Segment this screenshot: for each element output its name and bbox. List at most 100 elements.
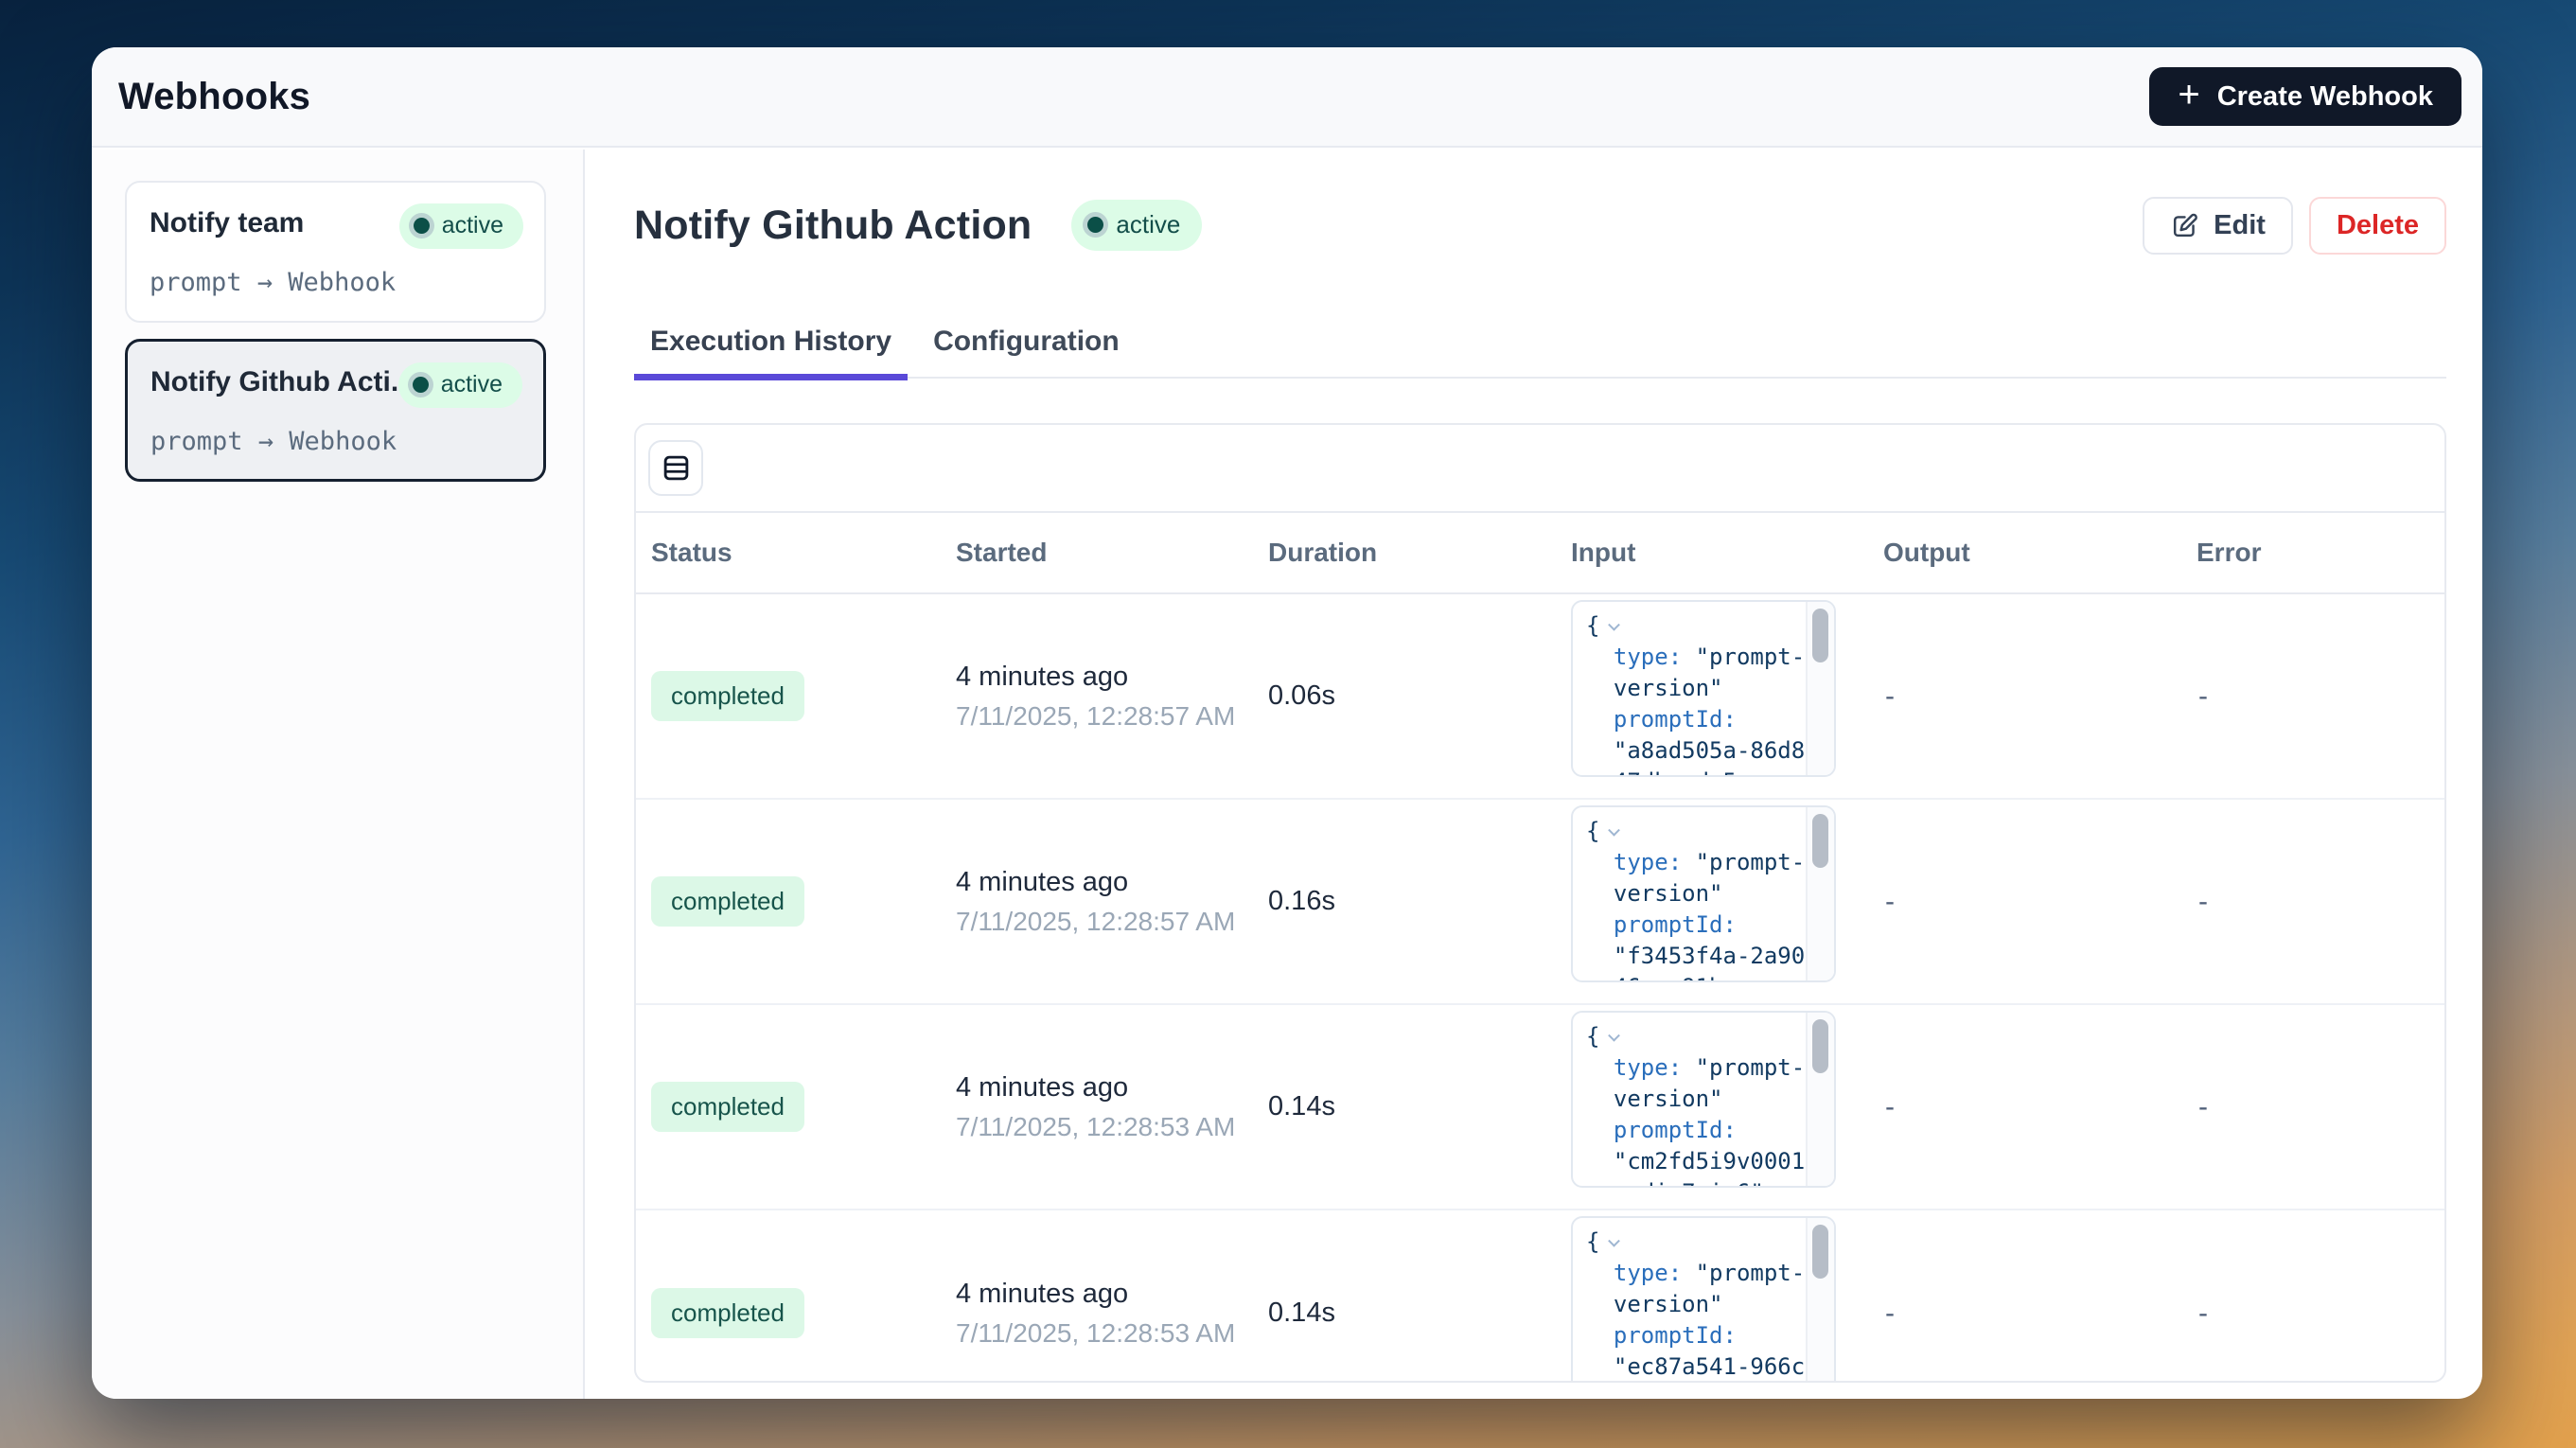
- column-header-status: Status: [636, 538, 956, 568]
- input-scrollbar-thumb[interactable]: [1812, 814, 1828, 868]
- input-json-preview[interactable]: { type: "prompt- version" promptId: "cm2…: [1571, 1011, 1836, 1188]
- code-token: {: [1586, 612, 1599, 639]
- delete-button-label: Delete: [2337, 210, 2419, 241]
- code-token: promptId:: [1586, 706, 1737, 733]
- cell-error: -: [2197, 680, 2444, 713]
- cell-duration: 0.16s: [1268, 886, 1571, 917]
- input-scrollbar-thumb[interactable]: [1812, 1019, 1828, 1073]
- input-scrollbar-track[interactable]: [1806, 1218, 1834, 1383]
- rows-icon: [662, 453, 691, 483]
- webhook-item-status-label: active: [442, 212, 503, 239]
- webhook-list-sidebar: Notify teamactiveprompt → WebhookNotify …: [92, 150, 585, 1399]
- cell-error: -: [2197, 886, 2444, 918]
- completed-badge: completed: [651, 876, 804, 927]
- column-header-input: Input: [1571, 538, 1883, 568]
- completed-badge: completed: [651, 1288, 804, 1338]
- page-title: Webhooks: [118, 76, 310, 118]
- code-line: version": [1586, 1084, 1806, 1115]
- code-token: version": [1586, 675, 1723, 701]
- table-header-row: StatusStartedDurationInputOutputError: [636, 513, 2444, 594]
- execution-row[interactable]: completed4 minutes ago7/11/2025, 12:28:5…: [636, 1005, 2444, 1210]
- cell-started: 4 minutes ago 7/11/2025, 12:28:57 AM: [956, 662, 1268, 732]
- code-line: {: [1586, 610, 1806, 642]
- code-line: 46ee-91be: [1586, 972, 1806, 980]
- edit-button[interactable]: Edit: [2143, 197, 2293, 255]
- input-scrollbar-track[interactable]: [1806, 807, 1834, 980]
- input-scrollbar-thumb[interactable]: [1812, 1225, 1828, 1279]
- started-relative: 4 minutes ago: [956, 1072, 1268, 1104]
- code-token: promptId:: [1586, 1322, 1737, 1349]
- code-line: type: "prompt-: [1586, 847, 1806, 878]
- status-dot-icon: [413, 377, 429, 393]
- code-token: {: [1586, 818, 1599, 844]
- input-json-code: { type: "prompt- version" promptId: "ec8…: [1573, 1218, 1806, 1383]
- cell-input: { type: "prompt- version" promptId: "ec8…: [1571, 1216, 1883, 1383]
- code-token: 47db-ade5: [1586, 768, 1737, 775]
- pencil-icon: [2170, 211, 2199, 240]
- code-token: "ec87a541-966c-: [1586, 1353, 1806, 1380]
- code-line: version": [1586, 1289, 1806, 1320]
- input-json-preview[interactable]: { type: "prompt- version" promptId: "a8a…: [1571, 600, 1836, 777]
- desktop-background: { "header": { "title": "Webhooks", "crea…: [0, 0, 2576, 1448]
- collapse-chevron-icon[interactable]: [1609, 824, 1621, 837]
- started-relative: 4 minutes ago: [956, 662, 1268, 693]
- input-scrollbar-track[interactable]: [1806, 1013, 1834, 1186]
- tab-configuration[interactable]: Configuration: [917, 307, 1136, 377]
- webhook-item-name: Notify Github Acti...: [150, 366, 415, 398]
- cell-duration: 0.14s: [1268, 1298, 1571, 1329]
- code-token: "prompt-: [1682, 644, 1805, 670]
- completed-badge: completed: [651, 1082, 804, 1132]
- code-line: "ec87a541-966c-: [1586, 1351, 1806, 1383]
- code-token: "prompt-: [1682, 849, 1805, 875]
- status-dot-icon: [1087, 217, 1103, 233]
- webhook-list-item[interactable]: Notify teamactiveprompt → Webhook: [125, 181, 546, 323]
- cell-output: -: [1883, 886, 2197, 918]
- column-header-output: Output: [1883, 538, 2197, 568]
- column-header-started: Started: [956, 538, 1268, 568]
- code-token: type:: [1586, 849, 1682, 875]
- execution-history-panel: StatusStartedDurationInputOutputError co…: [634, 423, 2446, 1383]
- row-height-button[interactable]: [648, 440, 703, 496]
- webhook-item-name: Notify team: [150, 207, 415, 239]
- cell-input: { type: "prompt- version" promptId: "a8a…: [1571, 600, 1883, 777]
- input-json-code: { type: "prompt- version" promptId: "a8a…: [1573, 602, 1806, 775]
- execution-row[interactable]: completed4 minutes ago7/11/2025, 12:28:5…: [636, 1210, 2444, 1383]
- webhook-item-status-badge: active: [398, 362, 522, 408]
- status-dot-icon: [414, 218, 430, 234]
- code-line: "a8ad505a-86d8-: [1586, 735, 1806, 767]
- cell-started: 4 minutes ago7/11/2025, 12:28:57 AM: [956, 867, 1268, 937]
- collapse-chevron-icon[interactable]: [1609, 619, 1621, 631]
- input-json-preview[interactable]: { type: "prompt- version" promptId: "f34…: [1571, 805, 1836, 982]
- code-token: "prompt-: [1682, 1260, 1805, 1286]
- code-token: type:: [1586, 644, 1682, 670]
- create-webhook-button[interactable]: + Create Webhook: [2149, 67, 2461, 126]
- code-token: promptId:: [1586, 911, 1737, 938]
- webhook-detail-header: Notify Github Action active Edit Delete: [634, 194, 2446, 256]
- input-json-preview[interactable]: { type: "prompt- version" promptId: "ec8…: [1571, 1216, 1836, 1383]
- status-badge: active: [1071, 200, 1202, 251]
- table-body: completed 4 minutes ago 7/11/2025, 12:28:5…: [636, 594, 2444, 1383]
- table-toolbar: [636, 425, 2444, 513]
- execution-row[interactable]: completed 4 minutes ago 7/11/2025, 12:28:5…: [636, 594, 2444, 800]
- column-header-error: Error: [2197, 538, 2444, 568]
- cell-status: completed: [636, 876, 956, 927]
- started-absolute: 7/11/2025, 12:28:57 AM: [956, 701, 1268, 732]
- code-line: promptId:: [1586, 1320, 1806, 1351]
- completed-badge: completed: [651, 671, 804, 721]
- code-token: "a8ad505a-86d8-: [1586, 737, 1806, 764]
- collapse-chevron-icon[interactable]: [1609, 1030, 1621, 1042]
- input-scrollbar-thumb[interactable]: [1812, 609, 1828, 662]
- started-relative: 4 minutes ago: [956, 1279, 1268, 1310]
- code-token: promptId:: [1586, 1117, 1737, 1143]
- collapse-chevron-icon[interactable]: [1609, 1235, 1621, 1247]
- execution-row[interactable]: completed 4 minutes ago7/11/2025, 12:28:5…: [636, 800, 2444, 1005]
- detail-tabs: Execution HistoryConfiguration: [634, 307, 2446, 379]
- started-absolute: 7/11/2025, 12:28:57 AM: [956, 907, 1268, 937]
- delete-button[interactable]: Delete: [2309, 197, 2446, 255]
- input-scrollbar-track[interactable]: [1806, 602, 1834, 775]
- code-line: emdiv7oio6": [1586, 1177, 1806, 1186]
- webhook-list-item[interactable]: Notify Github Acti...activeprompt → Webh…: [125, 339, 546, 482]
- tab-execution-history[interactable]: Execution History: [634, 307, 908, 377]
- code-line: {: [1586, 1021, 1806, 1052]
- detail-actions: Edit Delete: [2143, 197, 2446, 255]
